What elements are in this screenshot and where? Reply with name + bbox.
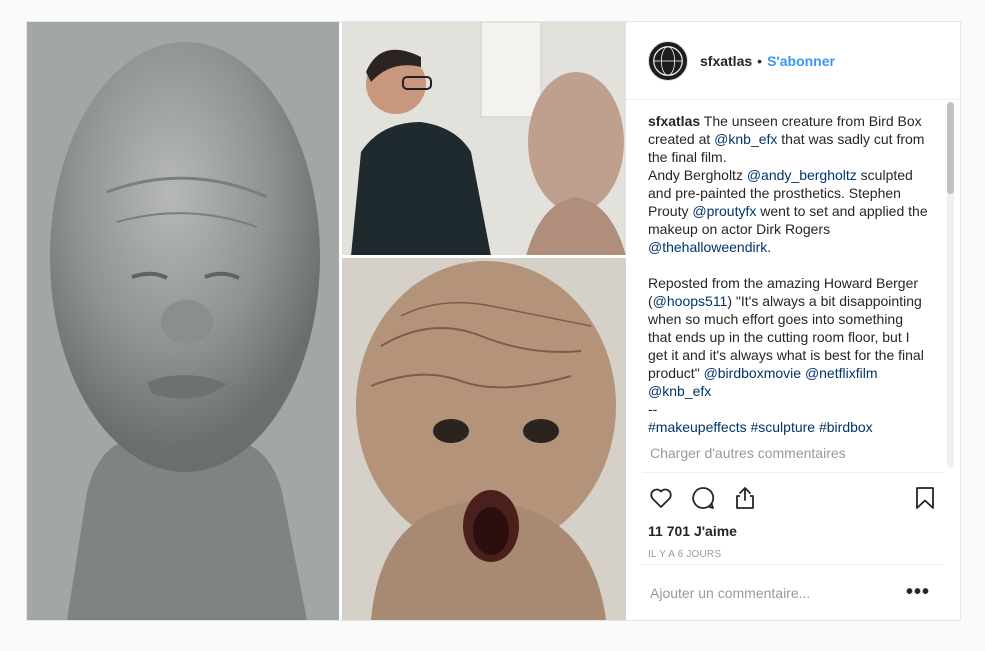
comment-icon[interactable] [690,485,716,511]
caption: sfxatlas The unseen creature from Bird B… [648,112,930,436]
caption-text: . [767,239,772,255]
comments-area[interactable]: sfxatlas The unseen creature from Bird B… [626,100,960,472]
avatar[interactable] [648,40,688,81]
caption-text: Andy Bergholtz [648,167,747,183]
creature-illustration [341,256,626,620]
scrollbar-thumb[interactable] [947,102,954,194]
hashtag-link[interactable]: #birdbox [819,419,873,435]
caption-dashes: -- [648,401,658,417]
header-username[interactable]: sfxatlas [700,53,752,69]
add-comment-bar: ••• [642,564,944,620]
post-sidebar: sfxatlas • S'abonner sfxatlas The unseen… [626,22,960,620]
mention-link[interactable]: @knb_efx [648,383,711,399]
follow-button[interactable]: S'abonner [767,53,835,69]
heart-icon[interactable] [648,485,674,511]
bookmark-icon[interactable] [912,485,938,511]
post-header: sfxatlas • S'abonner [626,22,960,100]
comments-scrollbar[interactable] [947,102,954,468]
post-actions: 11 701 J'aime IL Y A 6 JOURS [642,472,944,560]
mention-link[interactable]: @thehalloweendirk [648,239,767,255]
mention-link[interactable]: @knb_efx [714,131,777,147]
post-image[interactable] [27,22,626,620]
likes-count[interactable]: 11 701 J'aime [642,515,944,539]
hashtag-link[interactable]: #makeupeffects [648,419,747,435]
add-comment-input[interactable] [650,584,906,601]
collage-divider [341,255,626,258]
share-icon[interactable] [732,485,758,511]
artist-illustration [341,22,626,256]
creature-makeup-closeup-photo [341,256,626,620]
collage-divider [339,22,342,620]
separator-dot: • [757,52,763,69]
hashtag-link[interactable]: #sculpture [750,419,815,435]
mention-link[interactable]: @hoops511 [653,293,728,309]
globe-logo-icon [653,45,683,76]
mention-link[interactable]: @proutyfx [692,203,756,219]
post-timestamp[interactable]: IL Y A 6 JOURS [642,539,944,560]
instagram-post: sfxatlas • S'abonner sfxatlas The unseen… [26,21,961,621]
mention-link[interactable]: @netflixfilm [805,365,878,381]
more-options-button[interactable]: ••• [906,581,930,604]
mention-link[interactable]: @birdboxmovie [704,365,801,381]
mention-link[interactable]: @andy_bergholtz [747,167,857,183]
load-more-comments-button[interactable]: Charger d'autres commentaires [648,444,930,462]
sculpt-bust-photo [27,22,341,620]
sculpt-bust-illustration [27,22,341,620]
artist-applying-makeup-photo [341,22,626,256]
action-icons-row [642,481,944,515]
caption-username[interactable]: sfxatlas [648,113,700,129]
